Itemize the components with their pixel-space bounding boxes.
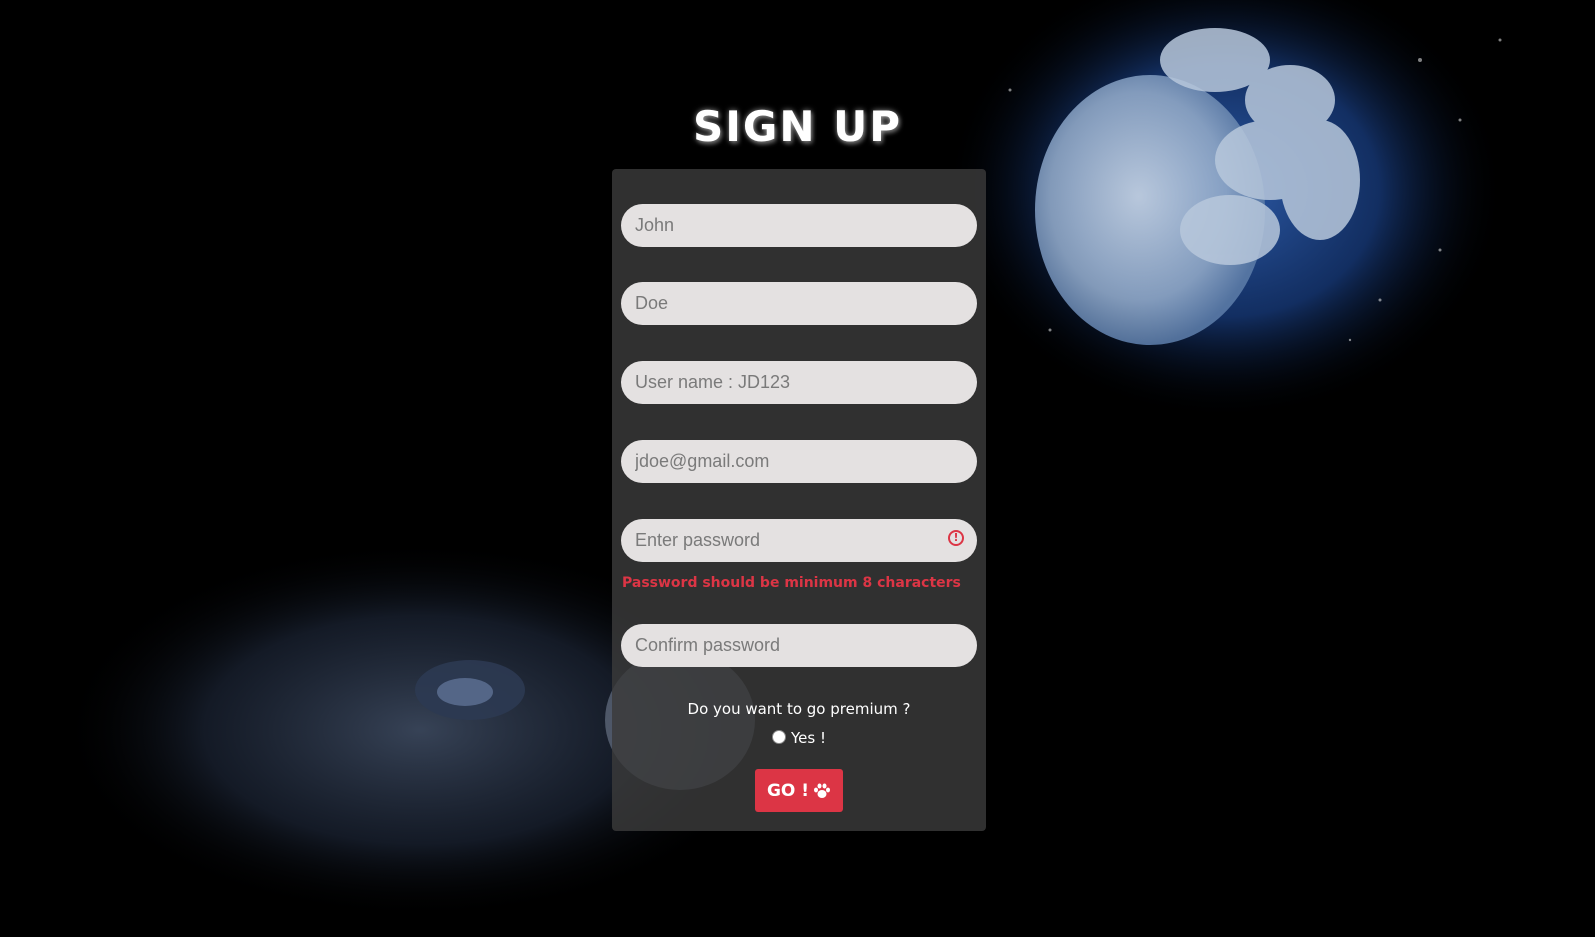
signup-page: SIGN UP ! Password should be minimum 8 c… bbox=[0, 0, 1595, 937]
premium-question: Do you want to go premium ? bbox=[687, 700, 911, 718]
paw-icon bbox=[814, 783, 831, 798]
password-error-message: Password should be minimum 8 characters bbox=[622, 575, 961, 591]
first-name-input[interactable] bbox=[621, 204, 977, 247]
password-input[interactable] bbox=[621, 519, 977, 562]
page-title: SIGN UP bbox=[692, 102, 902, 151]
confirm-password-input[interactable] bbox=[621, 624, 977, 667]
jellyfish-illustration bbox=[945, 0, 1505, 420]
signup-form: ! Password should be minimum 8 character… bbox=[612, 169, 986, 831]
alert-circle-icon: ! bbox=[948, 530, 964, 546]
email-input[interactable] bbox=[621, 440, 977, 483]
username-input[interactable] bbox=[621, 361, 977, 404]
last-name-input[interactable] bbox=[621, 282, 977, 325]
submit-button-label: GO ! bbox=[766, 780, 810, 801]
premium-yes-label[interactable]: Yes ! bbox=[791, 729, 826, 747]
submit-button[interactable]: GO ! bbox=[755, 769, 843, 812]
premium-option: Yes ! bbox=[612, 729, 986, 747]
premium-yes-radio[interactable] bbox=[772, 730, 786, 744]
